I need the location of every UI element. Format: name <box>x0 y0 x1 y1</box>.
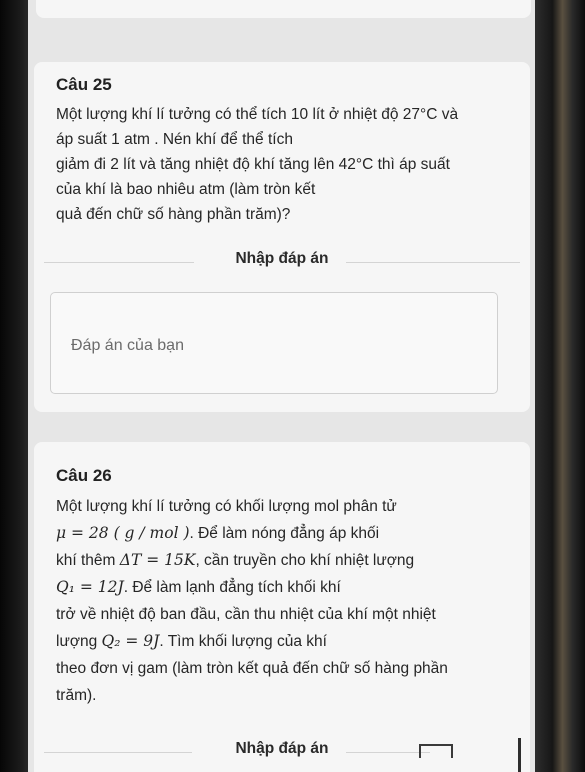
question-26-line: trăm). <box>56 687 97 704</box>
question-26-text: Một lượng khí lí tưởng có khối lượng mol… <box>56 493 521 709</box>
answer-box[interactable] <box>50 292 498 394</box>
question-25-line: áp suất 1 atm . Nén khí để thể tích <box>56 131 293 148</box>
question-26-text-fragment: lượng <box>56 633 102 650</box>
answer-heading-row: Nhập đáp án <box>34 250 530 274</box>
question-26-line: Q₁ = 12J. Để làm lạnh đẳng tích khối khí <box>56 574 521 601</box>
phone-bezel-right <box>535 0 585 772</box>
question-25-line: quả đến chữ số hàng phần trăm)? <box>56 206 291 223</box>
question-26-text-fragment: . Tìm khối lượng của khí <box>159 633 327 650</box>
question-26-line: μ = 28 ( g / mol ). Để làm nóng đẳng áp … <box>56 520 521 547</box>
scrollbar[interactable] <box>518 738 521 772</box>
question-26-text-fragment: . Để làm nóng đẳng áp khối <box>189 525 380 542</box>
question-26-text-fragment: . Để làm lạnh đẳng tích khối khí <box>123 579 341 596</box>
question-25-text: Một lượng khí lí tưởng có thể tích 10 lí… <box>56 102 521 227</box>
question-26-line: Một lượng khí lí tưởng có khối lượng mol… <box>56 498 397 515</box>
question-25-card: Câu 25 Một lượng khí lí tưởng có thể tíc… <box>34 62 530 412</box>
question-26-line: trở về nhiệt độ ban đầu, cần thu nhiệt c… <box>56 606 436 623</box>
question-25-line: Một lượng khí lí tưởng có thể tích 10 lí… <box>56 106 459 123</box>
question-26-title: Câu 26 <box>56 466 112 485</box>
question-26-text-fragment: , cần truyền cho khí nhiệt lượng <box>195 552 415 569</box>
partial-icon <box>419 744 453 758</box>
question-26-line: theo đơn vị gam (làm tròn kết quả đến ch… <box>56 660 448 677</box>
question-26-line: lượng Q₂ = 9J. Tìm khối lượng của khí <box>56 628 521 655</box>
question-25-line: của khí là bao nhiêu atm (làm tròn kết <box>56 181 316 198</box>
answer-heading: Nhập đáp án <box>235 740 329 757</box>
quiz-screen: Câu 25 Một lượng khí lí tưởng có thể tíc… <box>28 0 538 772</box>
question-26-line: khí thêm ΔT = 15K, cần truyền cho khí nh… <box>56 547 521 574</box>
answer-heading: Nhập đáp án <box>235 250 329 267</box>
q2-formula: Q₂ = 9J <box>101 632 160 650</box>
answer-input[interactable] <box>51 293 497 393</box>
question-25-line: giảm đi 2 lít và tăng nhiệt độ khí tăng … <box>56 156 450 173</box>
delta-t-formula: ΔT = 15K <box>119 551 196 569</box>
q1-formula: Q₁ = 12J <box>56 578 124 596</box>
question-26-card: Câu 26 Một lượng khí lí tưởng có khối lư… <box>34 442 530 772</box>
previous-question-card <box>36 0 531 18</box>
question-26-text-fragment: khí thêm <box>56 552 120 569</box>
phone-bezel-left <box>0 0 30 772</box>
question-25-title: Câu 25 <box>56 75 112 94</box>
molar-mass-formula: μ = 28 ( g / mol ) <box>56 524 190 542</box>
answer-heading-row: Nhập đáp án <box>34 740 530 764</box>
